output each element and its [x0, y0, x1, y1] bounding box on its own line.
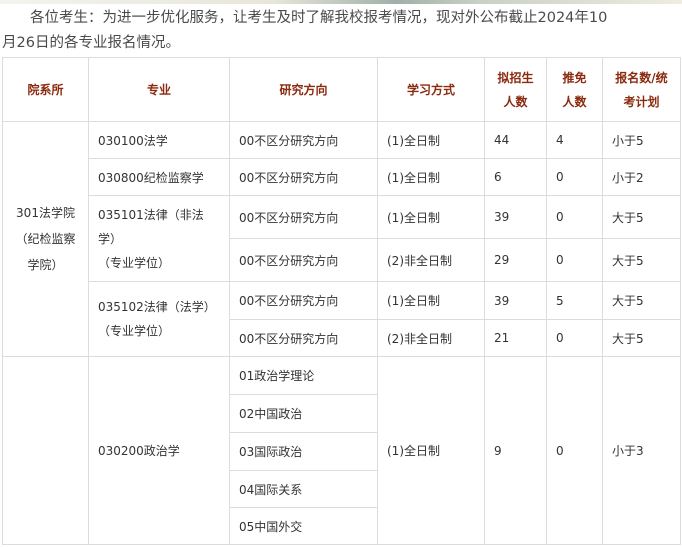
- major-line2: （专业学位）: [98, 324, 171, 338]
- plan-cell: 9: [484, 356, 547, 545]
- plan-cell: 39: [484, 195, 547, 239]
- exempt-cell: 5: [546, 281, 603, 320]
- header-ratio-line2: 考计划: [623, 94, 660, 109]
- exempt-cell: 0: [546, 356, 603, 545]
- intro-paragraph: 各位考生：为进一步优化服务，让考生及时了解我校报考情况，现对外公布截止2024年…: [0, 6, 682, 56]
- direction-cell: 00不区分研究方向: [229, 195, 378, 239]
- ratio-cell: 小于5: [602, 121, 681, 159]
- table-row: 035101法律（非法 学） （专业学位） 00不区分研究方向 (1)全日制 3…: [3, 195, 681, 282]
- plan-cell: 6: [484, 158, 547, 196]
- mode-cell: (2)非全日制: [377, 319, 485, 357]
- header-direction: 研究方向: [229, 57, 378, 122]
- direction-cell: 00不区分研究方向: [229, 319, 378, 357]
- header-exempt: 推免 人数: [546, 57, 603, 122]
- intro-line-1: 各位考生：为进一步优化服务，让考生及时了解我校报考情况，现对外公布截止2024年…: [30, 10, 608, 26]
- plan-cell: 21: [484, 319, 547, 357]
- major-cell: 035101法律（非法 学） （专业学位）: [88, 195, 230, 282]
- plan-cell: 29: [484, 238, 547, 282]
- mode-cell: (1)全日制: [377, 281, 485, 320]
- header-plan-line2: 人数: [503, 94, 528, 109]
- dept-line2: （纪检监察: [15, 232, 76, 246]
- table-row: 035102法律（法学） （专业学位） 00不区分研究方向 (1)全日制 39 …: [3, 281, 681, 357]
- header-banner-strip: [0, 0, 682, 4]
- header-exempt-line1: 推免: [562, 70, 587, 85]
- major-line3: （专业学位）: [98, 255, 171, 270]
- exempt-cell: 4: [546, 121, 603, 159]
- ratio-cell: 大于5: [602, 238, 681, 282]
- table-row: 030200政治学 01政治学理论 (1)全日制 9 0 小于3: [2, 356, 681, 545]
- dept-line1: 301法学院: [16, 206, 75, 220]
- header-ratio-line1: 报名数/统: [615, 70, 668, 85]
- exempt-cell: 0: [546, 158, 603, 196]
- mode-cell: (2)非全日制: [377, 238, 485, 282]
- ratio-cell: 小于2: [602, 158, 681, 196]
- header-major: 专业: [88, 57, 230, 122]
- direction-cell: 00不区分研究方向: [229, 238, 378, 282]
- mode-cell: (1)全日制: [377, 195, 485, 239]
- exempt-cell: 0: [546, 238, 603, 282]
- plan-cell: 39: [484, 281, 547, 320]
- header-mode: 学习方式: [377, 57, 485, 122]
- ratio-cell: 大于5: [602, 319, 681, 357]
- mode-cell: (1)全日制: [377, 121, 485, 159]
- intro-line-2: 月26日的各专业报名情况。: [2, 35, 180, 51]
- major-cell: 030200政治学: [88, 356, 230, 545]
- table-row: 030800纪检监察学 00不区分研究方向 (1)全日制 6 0 小于2: [3, 158, 681, 196]
- mode-cell: (1)全日制: [377, 356, 485, 545]
- direction-cell: 00不区分研究方向: [229, 158, 378, 196]
- direction-cell: 01政治学理论: [229, 356, 378, 395]
- mode-cell: (1)全日制: [377, 158, 485, 196]
- direction-cell: 05中国外交: [229, 507, 378, 545]
- direction-cell: 00不区分研究方向: [229, 121, 378, 159]
- header-dept: 院系所: [2, 57, 89, 122]
- direction-cell: 03国际政治: [229, 432, 378, 471]
- direction-cell: 02中国政治: [229, 394, 378, 433]
- header-ratio: 报名数/统 考计划: [602, 57, 681, 122]
- major-line1: 035101法律（非法: [98, 207, 204, 222]
- dept-cell-empty: [2, 356, 89, 545]
- plan-cell: 44: [484, 121, 547, 159]
- dept-cell-301: 301法学院 （纪检监察 学院）: [2, 121, 89, 357]
- dept-line3: 学院）: [27, 258, 64, 272]
- direction-cell: 00不区分研究方向: [229, 281, 378, 320]
- major-line2: 学）: [98, 231, 123, 246]
- exempt-cell: 0: [546, 195, 603, 239]
- major-cell: 030800纪检监察学: [88, 158, 230, 196]
- major-line1: 035102法律（法学）: [98, 300, 216, 314]
- ratio-cell: 大于5: [602, 281, 681, 320]
- major-cell: 030100法学: [88, 121, 230, 159]
- table-header-row: 院系所 专业 研究方向 学习方式 拟招生 人数 推免 人数 报名数/统 考计划: [2, 57, 681, 122]
- header-exempt-line2: 人数: [562, 94, 587, 109]
- ratio-cell: 大于5: [602, 195, 681, 239]
- header-plan: 拟招生 人数: [484, 57, 547, 122]
- header-plan-line1: 拟招生: [497, 70, 534, 85]
- ratio-cell: 小于3: [602, 356, 681, 545]
- major-cell: 035102法律（法学） （专业学位）: [88, 281, 230, 357]
- exempt-cell: 0: [546, 319, 603, 357]
- direction-cell: 04国际关系: [229, 470, 378, 508]
- table-row: 301法学院 （纪检监察 学院） 030100法学 00不区分研究方向 (1)全…: [2, 121, 681, 357]
- enrollment-table: 院系所 专业 研究方向 学习方式 拟招生 人数 推免 人数 报名数/统 考计划 …: [2, 57, 681, 545]
